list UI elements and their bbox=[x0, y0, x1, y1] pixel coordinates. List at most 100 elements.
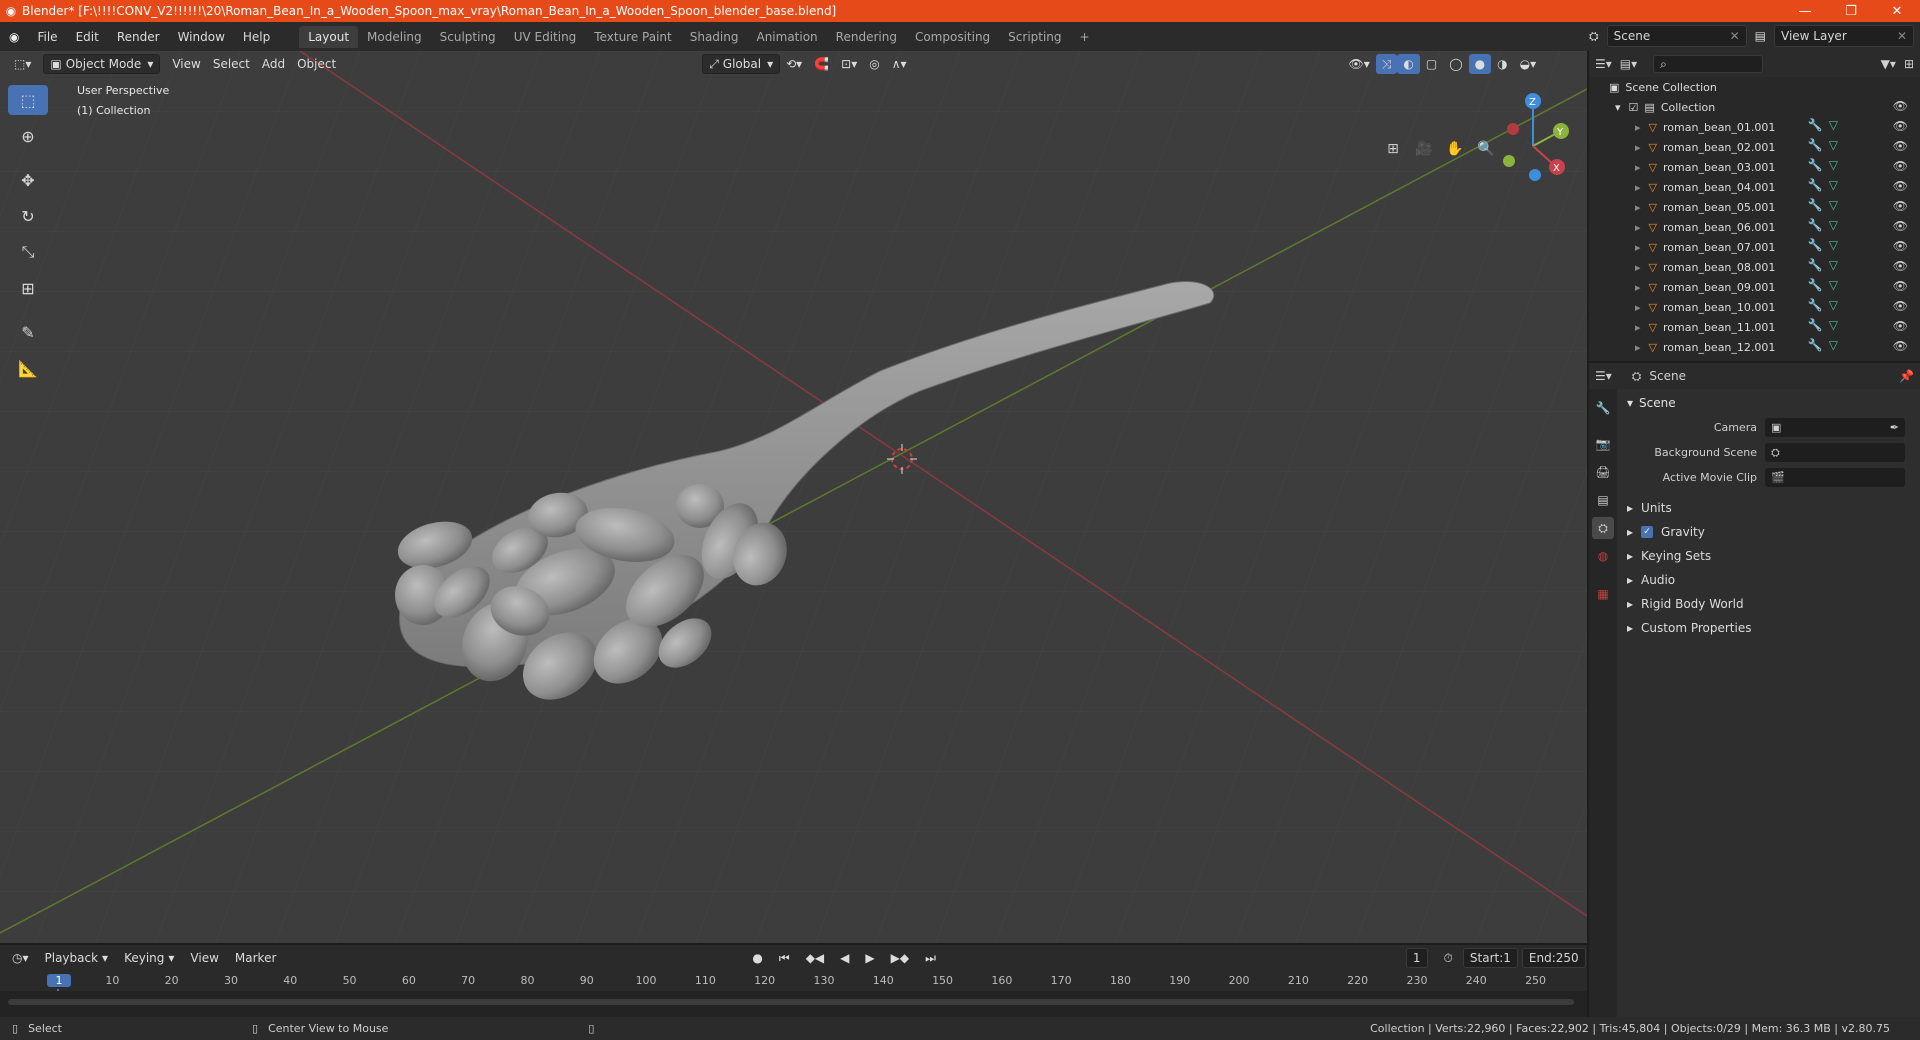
prev-keyframe-icon[interactable]: ◆◀ bbox=[800, 948, 830, 968]
expand-arrow-icon[interactable]: ▸ bbox=[1635, 341, 1641, 354]
eye-icon[interactable]: 👁 bbox=[1893, 239, 1908, 253]
eye-icon[interactable]: 👁 bbox=[1893, 159, 1908, 173]
outliner-item[interactable]: ▸ ▽ roman_bean_06.001 🔧 ▽ 👁 bbox=[1589, 217, 1920, 237]
tab-modeling[interactable]: Modeling bbox=[358, 26, 431, 48]
eye-icon[interactable]: 👁 bbox=[1893, 179, 1908, 193]
select-box-icon[interactable]: ⬚ bbox=[8, 85, 48, 115]
cursor-tool-icon[interactable]: ⊕ bbox=[8, 121, 48, 151]
view-layer-tab-icon[interactable]: ▤ bbox=[1592, 489, 1614, 511]
xray-icon[interactable]: ▢ bbox=[1420, 54, 1443, 74]
collection-row[interactable]: ▾ ☑ ▤ Collection 👁 bbox=[1589, 97, 1920, 117]
outliner-editor-icon[interactable]: ☰▾ bbox=[1595, 57, 1612, 71]
menu-timeline-view[interactable]: View bbox=[184, 948, 224, 968]
new-collection-icon[interactable]: ⊞ bbox=[1904, 57, 1914, 71]
minimize-button[interactable]: — bbox=[1782, 4, 1828, 19]
modifier-wrench-icon[interactable]: 🔧 bbox=[1808, 318, 1823, 332]
camera-view-icon[interactable]: 🎥 bbox=[1410, 135, 1438, 163]
active-clip-field[interactable]: 🎬 bbox=[1765, 468, 1905, 487]
play-reverse-icon[interactable]: ◀ bbox=[834, 948, 855, 968]
timeline-ruler[interactable]: 1 10 20 30 40 50 60 70 80 90 100 110 120 130 140 150 160… bbox=[0, 971, 1587, 1017]
outliner-item[interactable]: ▸ ▽ roman_bean_02.001 🔧 ▽ 👁 bbox=[1589, 137, 1920, 157]
scene-icon[interactable]: ⛭ bbox=[1587, 25, 1601, 47]
scale-tool-icon[interactable]: ⤡ bbox=[8, 237, 48, 267]
solid-shading-icon[interactable]: ● bbox=[1468, 54, 1492, 74]
start-frame-field[interactable]: Start: 1 bbox=[1462, 948, 1518, 968]
menu-file[interactable]: File bbox=[28, 30, 66, 44]
background-scene-field[interactable]: ⛭ bbox=[1765, 443, 1905, 462]
annotate-tool-icon[interactable]: ✎ bbox=[8, 317, 48, 347]
camera-field[interactable]: ▣ ✒ bbox=[1765, 418, 1905, 437]
pan-hand-icon[interactable]: ✋ bbox=[1441, 135, 1469, 163]
grid-view-icon[interactable]: ⊞ bbox=[1379, 135, 1407, 163]
outliner-item[interactable]: ▸ ▽ roman_bean_12.001 🔧 ▽ 👁 bbox=[1589, 337, 1920, 357]
tab-animation[interactable]: Animation bbox=[747, 26, 826, 48]
render-tab-icon[interactable]: 📷 bbox=[1592, 433, 1614, 455]
record-icon[interactable]: ● bbox=[746, 948, 768, 968]
mesh-data-icon[interactable]: ▽ bbox=[1829, 238, 1838, 252]
material-shading-icon[interactable]: ◑ bbox=[1491, 54, 1513, 74]
modifier-wrench-icon[interactable]: 🔧 bbox=[1808, 138, 1823, 152]
outliner-item[interactable]: ▸ ▽ roman_bean_04.001 🔧 ▽ 👁 bbox=[1589, 177, 1920, 197]
mode-selector[interactable]: ▣ Object Mode ▾ bbox=[43, 54, 161, 74]
scene-collection-row[interactable]: ▣ Scene Collection bbox=[1589, 77, 1920, 97]
modifier-wrench-icon[interactable]: 🔧 bbox=[1808, 258, 1823, 272]
modifier-wrench-icon[interactable]: 🔧 bbox=[1808, 198, 1823, 212]
mesh-data-icon[interactable]: ▽ bbox=[1829, 138, 1838, 152]
mesh-data-icon[interactable]: ▽ bbox=[1829, 218, 1838, 232]
modifier-wrench-icon[interactable]: 🔧 bbox=[1808, 338, 1823, 352]
falloff-icon[interactable]: ∧▾ bbox=[886, 54, 913, 74]
custom-properties-panel[interactable]: ▸ Custom Properties bbox=[1619, 616, 1920, 640]
menu-window[interactable]: Window bbox=[169, 30, 234, 44]
timeline-track[interactable] bbox=[0, 991, 1587, 1017]
modifier-wrench-icon[interactable]: 🔧 bbox=[1808, 118, 1823, 132]
editor-type-icon[interactable]: ⬚▾ bbox=[8, 54, 37, 74]
expand-arrow-icon[interactable]: ▸ bbox=[1635, 281, 1641, 294]
snap-target-icon[interactable]: ⊡▾ bbox=[835, 54, 863, 74]
overlay-toggle-icon[interactable]: ◐ bbox=[1397, 54, 1420, 74]
zoom-icon[interactable]: 🔍 bbox=[1472, 135, 1500, 163]
eye-icon[interactable]: 👁 bbox=[1893, 319, 1908, 333]
menu-playback[interactable]: Playback ▾ bbox=[39, 948, 115, 968]
mesh-data-icon[interactable]: ▽ bbox=[1829, 338, 1838, 352]
stopwatch-icon[interactable]: ⏱ bbox=[1438, 948, 1459, 968]
menu-keying[interactable]: Keying ▾ bbox=[118, 948, 180, 968]
eyedropper-icon[interactable]: ✒ bbox=[1890, 421, 1899, 434]
outliner-item[interactable]: ▸ ▽ roman_bean_11.001 🔧 ▽ 👁 bbox=[1589, 317, 1920, 337]
outliner-item[interactable]: ▸ ▽ roman_bean_09.001 🔧 ▽ 👁 bbox=[1589, 277, 1920, 297]
play-icon[interactable]: ▶ bbox=[859, 948, 880, 968]
mesh-data-icon[interactable]: ▽ bbox=[1829, 198, 1838, 212]
menu-select[interactable]: Select bbox=[207, 54, 256, 74]
expand-arrow-icon[interactable]: ▸ bbox=[1635, 141, 1641, 154]
scene-tab-icon[interactable]: ⛭ bbox=[1592, 517, 1614, 539]
menu-render[interactable]: Render bbox=[108, 30, 169, 44]
transform-orientation-selector[interactable]: ⤢ Global ▾ bbox=[702, 54, 781, 74]
mesh-data-icon[interactable]: ▽ bbox=[1829, 278, 1838, 292]
scene-panel-header[interactable]: ▾ Scene bbox=[1619, 391, 1920, 415]
snap-icon[interactable]: 🧲 bbox=[808, 54, 835, 74]
filter-icon[interactable]: ▼▾ bbox=[1881, 57, 1896, 71]
outliner-item[interactable]: ▸ ▽ roman_bean_07.001 🔧 ▽ 👁 bbox=[1589, 237, 1920, 257]
outliner-item[interactable]: ▸ ▽ roman_bean_05.001 🔧 ▽ 👁 bbox=[1589, 197, 1920, 217]
rigid-body-world-panel[interactable]: ▸ Rigid Body World bbox=[1619, 592, 1920, 616]
current-frame-field[interactable]: 1 bbox=[1405, 948, 1428, 968]
modifier-wrench-icon[interactable]: 🔧 bbox=[1808, 278, 1823, 292]
menu-add[interactable]: Add bbox=[256, 54, 291, 74]
tool-tab-icon[interactable]: 🔧 bbox=[1592, 397, 1614, 419]
keying-sets-panel[interactable]: ▸ Keying Sets bbox=[1619, 544, 1920, 568]
eye-icon[interactable]: 👁 bbox=[1893, 199, 1908, 213]
mesh-data-icon[interactable]: ▽ bbox=[1829, 158, 1838, 172]
eye-icon[interactable]: 👁 bbox=[1893, 339, 1908, 353]
collection-checkbox[interactable]: ☑ bbox=[1629, 101, 1639, 114]
next-keyframe-icon[interactable]: ▶◆ bbox=[885, 948, 915, 968]
gravity-panel[interactable]: ▸ ✓ Gravity bbox=[1619, 520, 1920, 544]
units-panel[interactable]: ▸ Units bbox=[1619, 496, 1920, 520]
move-tool-icon[interactable]: ✥ bbox=[8, 165, 48, 195]
pin-icon[interactable]: 📌 bbox=[1899, 369, 1914, 383]
close-button[interactable]: ✕ bbox=[1874, 4, 1920, 19]
3d-viewport[interactable]: Z Y X ⬚▾ ▣ Object Mode ▾ View Select Add… bbox=[0, 51, 1587, 943]
output-tab-icon[interactable]: 🖨 bbox=[1592, 461, 1614, 483]
timeline-scrollbar[interactable] bbox=[8, 999, 1574, 1005]
wireframe-shading-icon[interactable]: ◯ bbox=[1443, 54, 1468, 74]
scene-selector[interactable]: Scene ✕ bbox=[1606, 25, 1747, 47]
gizmo-toggle-icon[interactable]: ⤨ bbox=[1375, 54, 1398, 74]
